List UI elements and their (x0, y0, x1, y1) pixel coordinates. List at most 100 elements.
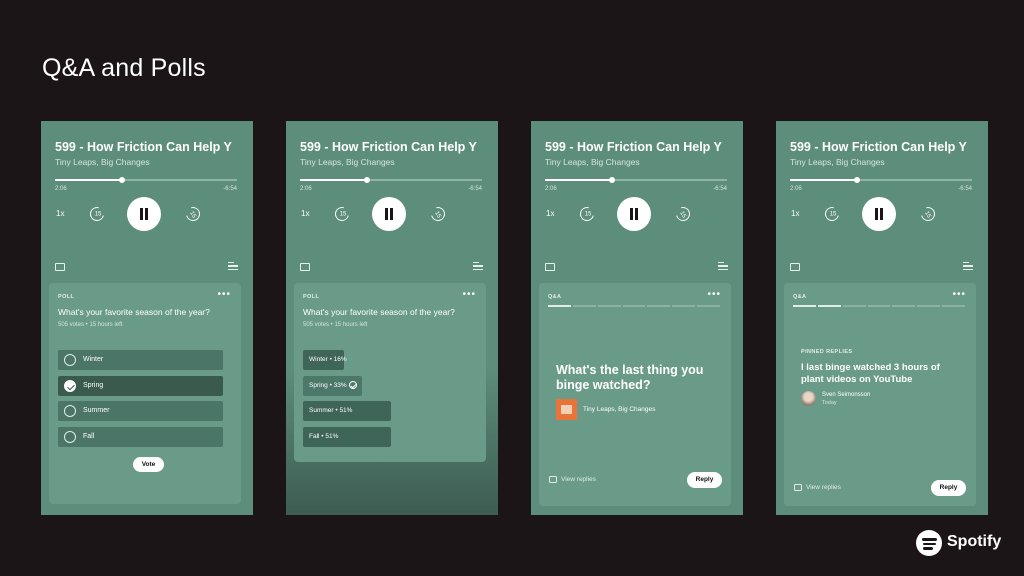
remaining-time: -6:54 (468, 186, 482, 192)
card-label: POLL (58, 294, 75, 300)
brand-name: Spotify (947, 533, 1002, 550)
spotify-icon (916, 530, 942, 556)
qa-card: Q&A ••• What's the last thing you binge … (539, 283, 731, 506)
speed-button[interactable]: 1x (56, 209, 64, 218)
poll-result-bar: Spring • 33% (303, 376, 362, 396)
poll-result-bar: Winter • 16% (303, 350, 347, 370)
pause-button[interactable] (617, 197, 651, 231)
radio-icon (64, 405, 76, 417)
reply-user-name[interactable]: Sven Seimonsson (822, 392, 870, 398)
poll-option-winter[interactable]: Winter (58, 350, 223, 370)
device-icon[interactable] (55, 263, 65, 271)
progress-bar[interactable] (545, 177, 727, 183)
progress-bar[interactable] (55, 177, 237, 183)
reply-button[interactable]: Reply (931, 480, 966, 496)
check-icon (348, 381, 357, 390)
skip-forward-icon[interactable]: 15 (673, 204, 693, 224)
remaining-time: -6:54 (958, 186, 972, 192)
speech-bubble-icon (549, 476, 557, 483)
progress-knob[interactable] (854, 177, 861, 183)
more-icon[interactable]: ••• (462, 289, 476, 300)
progress-knob[interactable] (364, 177, 371, 183)
qa-show-name: Tiny Leaps, Big Changes (583, 406, 656, 413)
poll-question: What's your favorite season of the year? (58, 307, 210, 317)
show-name[interactable]: Tiny Leaps, Big Changes (545, 157, 640, 167)
check-icon (64, 380, 76, 392)
poll-question: What's your favorite season of the year? (303, 307, 455, 317)
show-name[interactable]: Tiny Leaps, Big Changes (300, 157, 395, 167)
queue-icon[interactable] (228, 262, 238, 271)
card-label: Q&A (793, 294, 807, 300)
skip-back-icon[interactable]: 15 (332, 204, 352, 224)
progress-bar[interactable] (790, 177, 972, 183)
pinned-label: PINNED REPLIES (801, 349, 853, 355)
show-name[interactable]: Tiny Leaps, Big Changes (55, 157, 150, 167)
story-progress (548, 305, 721, 307)
skip-back-icon[interactable]: 15 (577, 204, 597, 224)
episode-title: 599 - How Friction Can Help Y (55, 140, 232, 154)
device-icon[interactable] (545, 263, 555, 271)
qa-question: What's the last thing you binge watched? (556, 363, 704, 392)
view-replies-link[interactable]: View replies (549, 476, 596, 483)
poll-results-card: POLL ••• What's your favorite season of … (294, 283, 486, 462)
speed-button[interactable]: 1x (546, 209, 554, 218)
elapsed-time: 2:06 (300, 186, 312, 192)
pause-button[interactable] (862, 197, 896, 231)
qa-pinned-card: Q&A ••• PINNED REPLIES I last binge watc… (784, 283, 976, 506)
phone-poll-vote: 599 - How Friction Can Help Y Tiny Leaps… (41, 121, 253, 515)
elapsed-time: 2:06 (545, 186, 557, 192)
skip-back-icon[interactable]: 15 (87, 204, 107, 224)
speed-button[interactable]: 1x (791, 209, 799, 218)
view-replies-link[interactable]: View replies (794, 484, 841, 491)
vote-button[interactable]: Vote (133, 457, 164, 472)
progress-knob[interactable] (609, 177, 616, 183)
progress-bar[interactable] (300, 177, 482, 183)
episode-title: 599 - How Friction Can Help Y (790, 140, 967, 154)
story-progress (793, 305, 966, 307)
card-label: Q&A (548, 294, 562, 300)
pause-button[interactable] (372, 197, 406, 231)
skip-forward-icon[interactable]: 15 (183, 204, 203, 224)
poll-option-spring[interactable]: Spring (58, 376, 223, 396)
poll-meta: 505 votes • 15 hours left (58, 322, 123, 328)
phone-qa-pinned: 599 - How Friction Can Help Y Tiny Leaps… (776, 121, 988, 515)
reply-time: Today (822, 400, 837, 406)
skip-forward-icon[interactable]: 15 (918, 204, 938, 224)
poll-result-bar: Summer • 51% (303, 401, 391, 421)
avatar[interactable] (801, 391, 816, 406)
speech-bubble-icon (794, 484, 802, 491)
poll-result-bar: Fall • 51% (303, 427, 391, 447)
episode-title: 599 - How Friction Can Help Y (300, 140, 477, 154)
pause-button[interactable] (127, 197, 161, 231)
more-icon[interactable]: ••• (707, 289, 721, 300)
speed-button[interactable]: 1x (301, 209, 309, 218)
more-icon[interactable]: ••• (217, 289, 231, 300)
reply-button[interactable]: Reply (687, 472, 722, 488)
slide-title: Q&A and Polls (42, 54, 206, 82)
poll-card: POLL ••• What's your favorite season of … (49, 283, 241, 504)
phone-qa: 599 - How Friction Can Help Y Tiny Leaps… (531, 121, 743, 515)
elapsed-time: 2:06 (55, 186, 67, 192)
poll-option-summer[interactable]: Summer (58, 401, 223, 421)
skip-back-icon[interactable]: 15 (822, 204, 842, 224)
progress-knob[interactable] (119, 177, 126, 183)
poll-meta: 505 votes • 15 hours left (303, 322, 368, 328)
poll-option-fall[interactable]: Fall (58, 427, 223, 447)
device-icon[interactable] (300, 263, 310, 271)
pinned-reply-text: I last binge watched 3 hours of plant vi… (801, 362, 940, 385)
elapsed-time: 2:06 (790, 186, 802, 192)
queue-icon[interactable] (473, 262, 483, 271)
card-label: POLL (303, 294, 320, 300)
episode-title: 599 - How Friction Can Help Y (545, 140, 722, 154)
remaining-time: -6:54 (223, 186, 237, 192)
radio-icon (64, 354, 76, 366)
skip-forward-icon[interactable]: 15 (428, 204, 448, 224)
show-name[interactable]: Tiny Leaps, Big Changes (790, 157, 885, 167)
queue-icon[interactable] (718, 262, 728, 271)
more-icon[interactable]: ••• (952, 289, 966, 300)
queue-icon[interactable] (963, 262, 973, 271)
device-icon[interactable] (790, 263, 800, 271)
phone-poll-results: 599 - How Friction Can Help Y Tiny Leaps… (286, 121, 498, 515)
radio-icon (64, 431, 76, 443)
remaining-time: -6:54 (713, 186, 727, 192)
